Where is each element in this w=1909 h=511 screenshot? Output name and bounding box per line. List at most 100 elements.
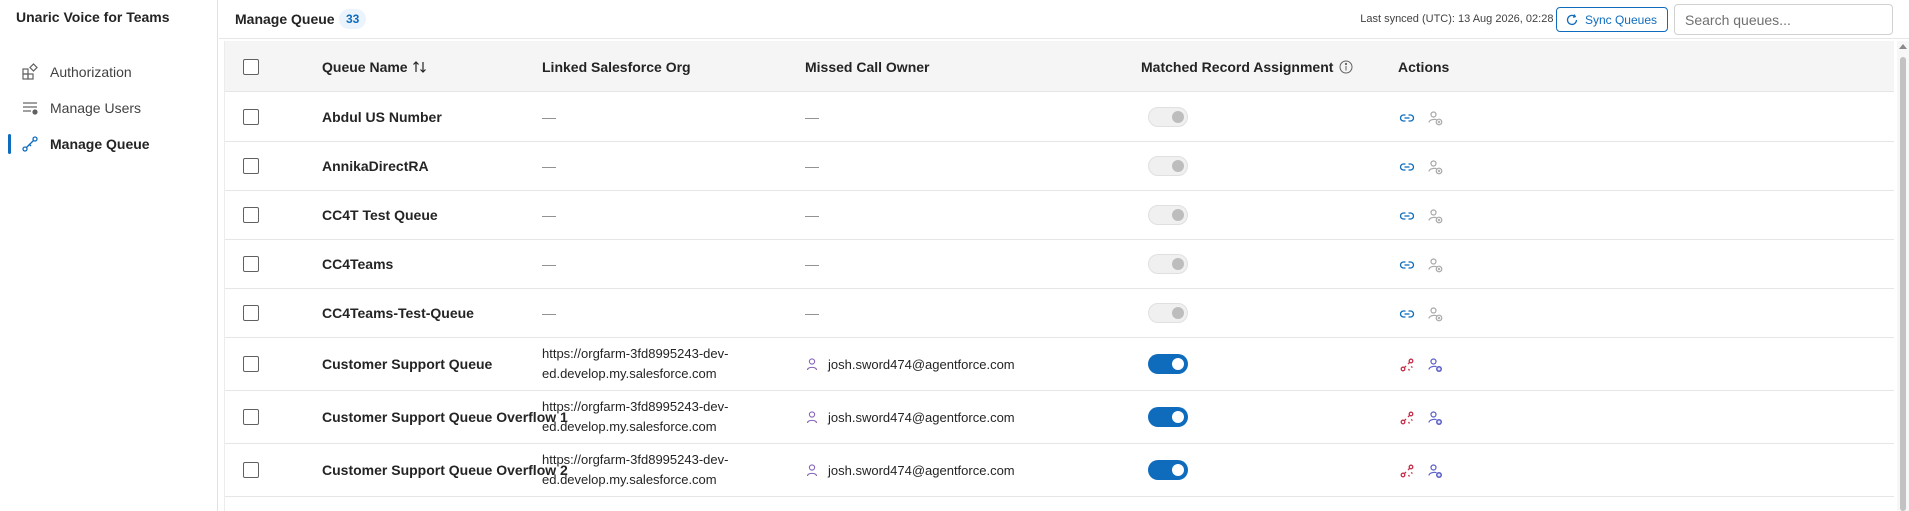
column-linked-org: Linked Salesforce Org: [542, 58, 691, 75]
column-missed-call-owner: Missed Call Owner: [805, 58, 930, 75]
toggle-knob: [1172, 307, 1184, 319]
missed-call-owner-email: josh.sword474@agentforce.com: [828, 409, 1015, 425]
sidebar-item-manage-users[interactable]: Manage Users: [0, 90, 218, 126]
link-icon[interactable]: [1398, 256, 1416, 274]
linked-org-url: https://orgfarm-3fd8995243-dev-ed.develo…: [542, 399, 729, 434]
row-checkbox[interactable]: [243, 462, 259, 478]
queue-name: CC4T Test Queue: [322, 207, 438, 223]
actions-cell: [1398, 240, 1458, 288]
linked-org-url: https://orgfarm-3fd8995243-dev-ed.develo…: [542, 452, 729, 487]
sidebar-item-manage-queue[interactable]: Manage Queue: [0, 126, 218, 162]
manage-owner-icon[interactable]: [1426, 356, 1444, 374]
actions-cell: [1398, 289, 1458, 337]
main-content: Manage Queue 33 Last synced (UTC): 13 Au…: [219, 0, 1909, 511]
info-icon[interactable]: [1339, 60, 1353, 74]
link-icon[interactable]: [1398, 207, 1416, 225]
sidebar-item-label: Manage Users: [50, 100, 142, 116]
linked-org-empty: —: [542, 305, 556, 321]
missed-call-owner-cell: josh.sword474@agentforce.com: [805, 338, 1015, 390]
column-queue-name[interactable]: Queue Name: [322, 41, 428, 92]
user-list-icon: [20, 98, 40, 118]
toggle-knob: [1172, 160, 1184, 172]
row-select-cell: [243, 240, 259, 288]
select-all-cell: [243, 41, 259, 92]
table-row[interactable]: CC4T Test Queue — —: [225, 191, 1894, 240]
table-row[interactable]: Abdul US Number — —: [225, 93, 1894, 142]
row-checkbox[interactable]: [243, 158, 259, 174]
unlink-icon[interactable]: [1398, 409, 1416, 427]
unlink-icon[interactable]: [1398, 356, 1416, 374]
unlink-icon[interactable]: [1398, 462, 1416, 480]
actions-cell: [1398, 191, 1458, 239]
row-checkbox[interactable]: [243, 356, 259, 372]
actions-cell: [1398, 391, 1458, 443]
person-icon: [805, 357, 819, 371]
manage-owner-icon[interactable]: [1426, 462, 1444, 480]
refresh-icon: [1565, 13, 1579, 27]
actions-cell: [1398, 338, 1458, 390]
sort-icon: [412, 60, 428, 74]
table-row[interactable]: Customer Support Queue https://orgfarm-3f…: [225, 338, 1894, 391]
select-all-checkbox[interactable]: [243, 58, 259, 75]
matched-record-assignment-toggle: [1148, 254, 1188, 274]
queue-name: CC4Teams: [322, 256, 394, 272]
manage-owner-icon[interactable]: [1426, 409, 1444, 427]
missed-call-owner-email: josh.sword474@agentforce.com: [828, 356, 1015, 372]
app-root: Unaric Voice for Teams Authorization Man…: [0, 0, 1909, 511]
search-input[interactable]: [1674, 4, 1893, 35]
row-checkbox[interactable]: [243, 305, 259, 321]
row-select-cell: [243, 142, 259, 190]
queue-name: Customer Support Queue Overflow 1: [322, 409, 568, 425]
missed-call-owner-empty: —: [805, 305, 819, 321]
queue-flow-icon: [20, 134, 40, 154]
app-title: Unaric Voice for Teams: [16, 9, 170, 25]
column-matched-record-assignment: Matched Record Assignment: [1141, 41, 1353, 92]
actions-cell: [1398, 444, 1458, 496]
actions-cell: [1398, 93, 1458, 141]
table-row[interactable]: Customer Support Queue Overflow 2 https:/…: [225, 444, 1894, 497]
linked-org-cell: https://orgfarm-3fd8995243-dev-ed.develo…: [542, 444, 762, 496]
person-icon: [805, 410, 819, 424]
linked-org-empty: —: [542, 109, 556, 125]
assignment-cell: [1148, 93, 1188, 141]
sidebar: Unaric Voice for Teams Authorization Man…: [0, 0, 218, 511]
assignment-cell: [1148, 142, 1188, 190]
scroll-up-arrow[interactable]: [1899, 44, 1907, 49]
table-row[interactable]: Customer Support Queue Overflow 1 https:/…: [225, 391, 1894, 444]
manage-owner-icon: [1426, 305, 1444, 323]
sidebar-item-authorization[interactable]: Authorization: [0, 54, 218, 90]
linked-org-empty: —: [542, 158, 556, 174]
link-icon[interactable]: [1398, 109, 1416, 127]
matched-record-assignment-toggle[interactable]: [1148, 354, 1188, 374]
sync-queues-label: Sync Queues: [1584, 12, 1657, 27]
toggle-knob: [1172, 411, 1184, 423]
vertical-scrollbar[interactable]: [1897, 41, 1909, 511]
link-icon[interactable]: [1398, 158, 1416, 176]
table-row[interactable]: CC4Teams — —: [225, 240, 1894, 289]
queue-name: CC4Teams-Test-Queue: [322, 305, 474, 321]
table-row[interactable]: CC4Teams-Test-Queue — —: [225, 289, 1894, 338]
queue-name: Customer Support Queue: [322, 356, 493, 372]
toggle-knob: [1172, 258, 1184, 270]
matched-record-assignment-toggle: [1148, 205, 1188, 225]
assignment-cell: [1148, 444, 1188, 496]
sidebar-nav: Authorization Manage Users Manage Queue: [0, 54, 218, 162]
missed-call-owner-email: josh.sword474@agentforce.com: [828, 462, 1015, 478]
column-label: Queue Name: [322, 58, 408, 75]
last-synced-text: Last synced (UTC): 13 Aug 2026, 02:28 PM: [1360, 13, 1573, 25]
matched-record-assignment-toggle: [1148, 107, 1188, 127]
missed-call-owner-empty: —: [805, 207, 819, 223]
table-row[interactable]: AnnikaDirectRA — —: [225, 142, 1894, 191]
manage-owner-icon: [1426, 207, 1444, 225]
row-checkbox[interactable]: [243, 109, 259, 125]
row-checkbox[interactable]: [243, 256, 259, 272]
matched-record-assignment-toggle[interactable]: [1148, 407, 1188, 427]
missed-call-owner-cell: josh.sword474@agentforce.com: [805, 444, 1015, 496]
row-checkbox[interactable]: [243, 207, 259, 223]
scroll-thumb[interactable]: [1900, 57, 1906, 511]
sync-queues-button[interactable]: Sync Queues: [1555, 7, 1668, 32]
assignment-cell: [1148, 240, 1188, 288]
link-icon[interactable]: [1398, 305, 1416, 323]
row-checkbox[interactable]: [243, 409, 259, 425]
matched-record-assignment-toggle[interactable]: [1148, 460, 1188, 480]
